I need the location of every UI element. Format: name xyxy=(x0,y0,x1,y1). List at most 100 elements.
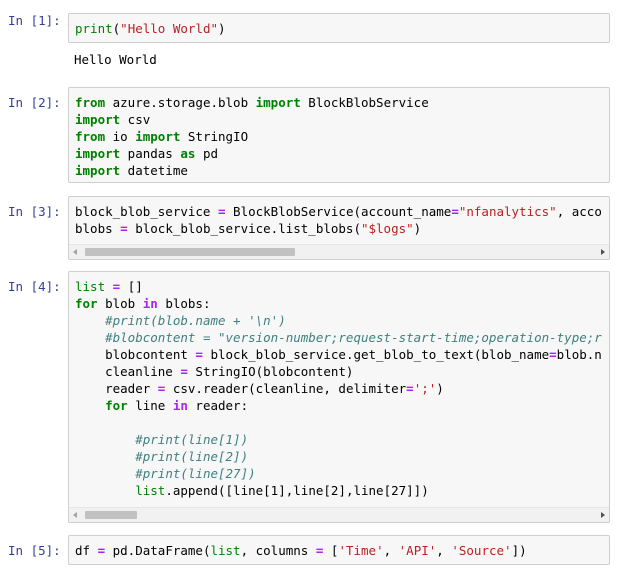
horizontal-scrollbar[interactable] xyxy=(69,507,609,522)
code-token: .append([line[1],line[2],line[27]]) xyxy=(165,483,429,498)
code-token: = xyxy=(97,543,106,558)
code-token: #print(line[2]) xyxy=(135,449,249,464)
code-input[interactable]: list = [] for blob in blobs: #print(blob.… xyxy=(68,271,610,523)
code-token: = xyxy=(406,381,414,396)
code-token: print xyxy=(75,21,113,36)
code-token: list xyxy=(135,483,166,498)
code-text: print("Hello World") xyxy=(69,14,609,37)
code-token: ) xyxy=(413,221,422,236)
code-token: = xyxy=(120,221,128,236)
code-token: pd.DataFrame( xyxy=(105,543,211,558)
code-token: BlockBlobService(account_name xyxy=(225,204,452,219)
code-line: list = [] xyxy=(75,278,603,295)
code-token: 'Time' xyxy=(338,543,384,558)
cell-prompt: In [4]: xyxy=(8,279,61,294)
scrollbar-thumb[interactable] xyxy=(85,511,137,519)
code-token: reader xyxy=(75,381,158,396)
code-token: , acco xyxy=(556,204,602,219)
code-text: df = pd.DataFrame(list, columns = ['Time… xyxy=(69,536,609,559)
code-token: 'Source' xyxy=(451,543,512,558)
code-token: blob xyxy=(97,296,143,311)
code-token: = xyxy=(549,347,557,362)
code-token: line xyxy=(127,398,173,413)
code-line: import pandas as pd xyxy=(75,145,603,162)
code-token: = xyxy=(180,364,188,379)
code-token: import xyxy=(255,95,301,110)
code-line: blobs = block_blob_service.list_blobs("$… xyxy=(75,220,603,237)
code-token: StringIO(blobcontent) xyxy=(187,364,354,379)
scroll-right-arrow-icon[interactable] xyxy=(601,249,605,255)
code-token: list xyxy=(210,543,241,558)
code-token: cleanline xyxy=(75,364,181,379)
code-token: #print(line[1]) xyxy=(135,432,249,447)
code-line: import csv xyxy=(75,111,603,128)
scrollbar-thumb[interactable] xyxy=(85,248,295,256)
code-token: , xyxy=(436,543,452,558)
code-input[interactable]: from azure.storage.blob import BlockBlob… xyxy=(68,87,610,183)
code-token: ]) xyxy=(511,543,527,558)
code-line: blobcontent = block_blob_service.get_blo… xyxy=(75,346,603,363)
code-token: csv xyxy=(120,112,151,127)
code-line: from azure.storage.blob import BlockBlob… xyxy=(75,94,603,111)
notebook-cell-5: In [5]: df = pd.DataFrame(list, columns … xyxy=(0,535,630,565)
code-token: from xyxy=(75,129,106,144)
code-input[interactable]: print("Hello World") xyxy=(68,13,610,43)
notebook-cell-2: In [2]: from azure.storage.blob import B… xyxy=(0,87,630,185)
code-token: "Hello World" xyxy=(120,21,219,36)
code-line: #print(line[2]) xyxy=(75,448,603,465)
code-line: df = pd.DataFrame(list, columns = ['Time… xyxy=(75,542,603,559)
scroll-right-arrow-icon[interactable] xyxy=(601,512,605,518)
code-token: datetime xyxy=(120,163,188,178)
code-token: import xyxy=(75,146,121,161)
code-input[interactable]: df = pd.DataFrame(list, columns = ['Time… xyxy=(68,535,610,565)
code-token: block_blob_service.get_blob_to_text(blob… xyxy=(202,347,550,362)
code-token: block_blob_service.list_blobs( xyxy=(127,221,361,236)
code-text: block_blob_service = BlockBlobService(ac… xyxy=(69,197,609,237)
code-token: blobcontent xyxy=(75,347,196,362)
code-token: pandas xyxy=(120,146,181,161)
code-input[interactable]: block_blob_service = BlockBlobService(ac… xyxy=(68,196,610,260)
code-token: import xyxy=(75,112,121,127)
code-token: block_blob_service xyxy=(75,204,218,219)
cell-prompt: In [3]: xyxy=(8,204,61,219)
code-line: import datetime xyxy=(75,162,603,179)
scroll-left-arrow-icon[interactable] xyxy=(73,249,77,255)
code-line: print("Hello World") xyxy=(75,20,603,37)
code-token: , xyxy=(383,543,399,558)
code-token: io xyxy=(105,129,136,144)
notebook-cell-4: In [4]: list = [] for blob in blobs: #pri… xyxy=(0,271,630,523)
code-token: 'API' xyxy=(398,543,437,558)
notebook-cell-3: In [3]: block_blob_service = BlockBlobSe… xyxy=(0,196,630,262)
code-token: as xyxy=(180,146,196,161)
code-token: [ xyxy=(323,543,339,558)
cell-output: Hello World xyxy=(74,52,157,67)
code-token: , columns xyxy=(240,543,316,558)
code-line: #print(line[1]) xyxy=(75,431,603,448)
code-token: df xyxy=(75,543,98,558)
code-text: from azure.storage.blob import BlockBlob… xyxy=(69,88,609,179)
code-token: in xyxy=(142,296,158,311)
code-line: #blobcontent = "version-number;request-s… xyxy=(75,329,603,346)
code-line: #print(line[27]) xyxy=(75,465,603,482)
code-token: pd xyxy=(195,146,219,161)
scroll-left-arrow-icon[interactable] xyxy=(73,512,77,518)
code-token: reader: xyxy=(187,398,249,413)
code-token: ) xyxy=(218,21,226,36)
horizontal-scrollbar[interactable] xyxy=(69,244,609,259)
code-text: list = [] for blob in blobs: #print(blob.… xyxy=(69,272,609,499)
code-token: for xyxy=(105,398,128,413)
code-token: azure.storage.blob xyxy=(105,95,256,110)
code-line: for blob in blobs: xyxy=(75,295,603,312)
code-token: #print(blob.name + '\n') xyxy=(105,313,286,328)
notebook-cell-1: In [1]: print("Hello World") Hello World xyxy=(0,5,630,75)
code-token: blob.n xyxy=(556,347,602,362)
code-line: reader = csv.reader(cleanline, delimiter… xyxy=(75,380,603,397)
cell-prompt: In [5]: xyxy=(8,543,61,558)
code-token: csv.reader(cleanline, delimiter xyxy=(165,381,407,396)
